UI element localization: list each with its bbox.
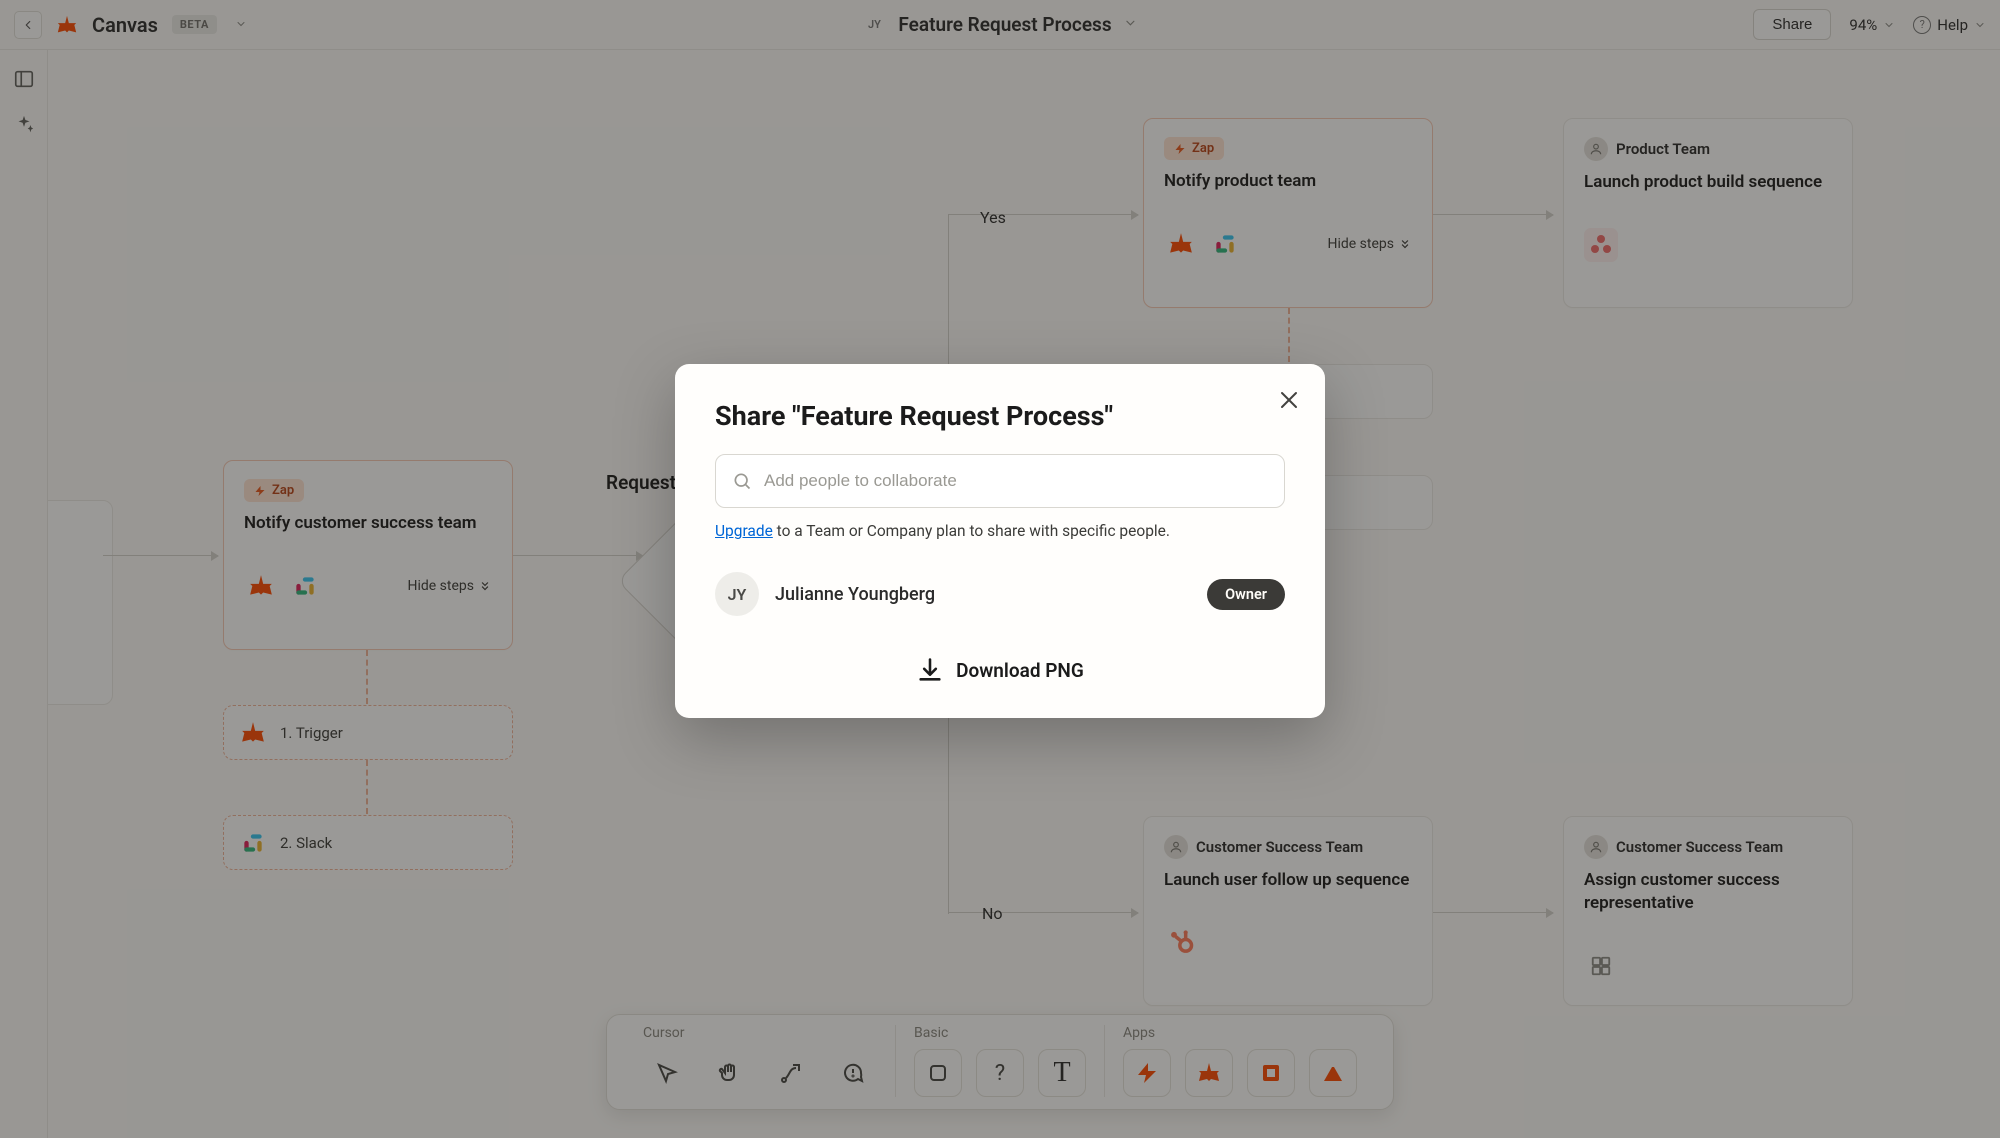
download-png-button[interactable]: Download PNG <box>715 656 1285 684</box>
people-search-input[interactable] <box>764 471 1268 491</box>
upgrade-hint: Upgrade to a Team or Company plan to sha… <box>715 522 1285 540</box>
member-name: Julianne Youngberg <box>775 584 935 605</box>
close-button[interactable] <box>1277 388 1301 412</box>
modal-title: Share "Feature Request Process" <box>715 400 1285 432</box>
modal-overlay[interactable]: Share "Feature Request Process" Upgrade … <box>0 0 2000 1138</box>
member-avatar: JY <box>715 572 759 616</box>
download-label: Download PNG <box>956 659 1084 682</box>
role-badge: Owner <box>1207 579 1285 610</box>
share-modal: Share "Feature Request Process" Upgrade … <box>675 364 1325 718</box>
people-search[interactable] <box>715 454 1285 508</box>
upgrade-link[interactable]: Upgrade <box>715 522 773 540</box>
member-row: JY Julianne Youngberg Owner <box>715 572 1285 616</box>
